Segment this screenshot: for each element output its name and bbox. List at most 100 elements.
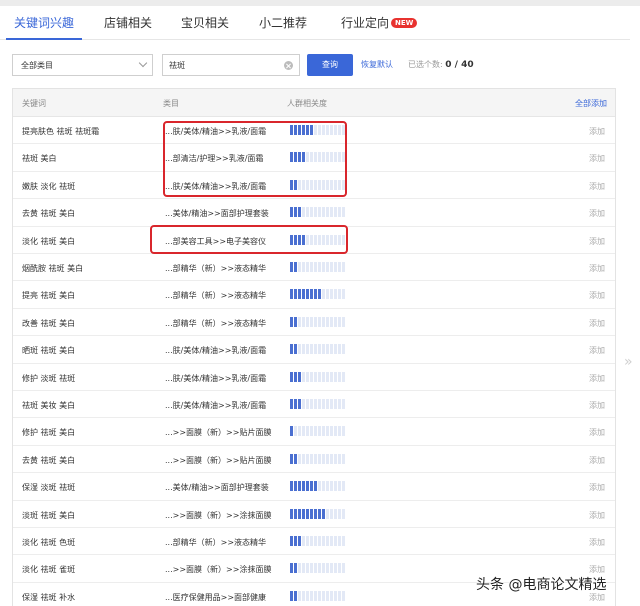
relevance-segment (310, 234, 313, 245)
relevance-segment (290, 590, 293, 601)
relevance-segment (294, 262, 297, 272)
add-button[interactable]: 添加 (589, 126, 605, 137)
add-button[interactable]: 添加 (589, 373, 605, 384)
relevance-segment (294, 371, 297, 382)
add-button[interactable]: 添加 (589, 318, 605, 329)
relevance-segment (342, 536, 345, 546)
table-row: 祛斑 美白 ...部清洁/护理>>乳液/面霜 添加 (13, 144, 615, 172)
relevance-segment (322, 152, 325, 163)
add-all-button[interactable]: 全部添加 (575, 98, 607, 109)
keyword-cell: 淡化 祛斑 色斑 (22, 538, 76, 547)
tab-industry-targeting[interactable]: 行业定向 NEW (341, 14, 418, 31)
relevance-segment (290, 481, 293, 492)
add-button[interactable]: 添加 (589, 455, 605, 466)
add-button[interactable]: 添加 (589, 263, 605, 274)
relevance-segment (318, 481, 321, 492)
relevance-segment (302, 536, 305, 546)
relevance-bar (290, 426, 350, 437)
add-button[interactable]: 添加 (589, 400, 605, 411)
chevron-right-icon[interactable]: » (624, 354, 633, 370)
keyword-cell: 提亮肤色 祛斑 祛斑霜 (22, 127, 100, 136)
tab-industry-targeting-label: 行业定向 (341, 16, 390, 30)
table-row: 保湿 淡斑 祛斑 ...美体/精油>>面部护理套装 添加 (13, 473, 615, 501)
keyword-cell: 烟酰胺 祛斑 美白 (22, 264, 84, 273)
add-button[interactable]: 添加 (589, 236, 605, 247)
relevance-segment (334, 316, 337, 327)
relevance-bar (290, 125, 350, 135)
add-button[interactable]: 添加 (589, 510, 605, 521)
relevance-bar (290, 563, 350, 574)
relevance-bar (290, 508, 350, 519)
tab-shop-related[interactable]: 店铺相关 (104, 14, 152, 31)
relevance-segment (306, 426, 309, 437)
relevance-segment (290, 344, 293, 355)
query-button[interactable]: 查询 (307, 54, 353, 76)
clear-icon[interactable] (284, 61, 293, 70)
category-select[interactable]: 全部类目 (12, 54, 153, 76)
relevance-bar (290, 289, 350, 300)
relevance-segment (322, 262, 325, 272)
relevance-segment (334, 289, 337, 300)
relevance-segment (294, 426, 297, 437)
relevance-segment (298, 179, 301, 190)
relevance-segment (338, 152, 341, 163)
relevance-bar (290, 262, 350, 272)
relevance-segment (310, 207, 313, 218)
relevance-bar (290, 316, 350, 327)
relevance-segment (298, 399, 301, 409)
tab-staff-recommend[interactable]: 小二推荐 (259, 14, 307, 31)
add-button[interactable]: 添加 (589, 153, 605, 164)
relevance-segment (330, 399, 333, 409)
category-cell: ...肤/美体/精油>>乳液/面霜 (165, 127, 267, 136)
category-cell: ...医疗保健用品>>面部健康 (165, 592, 267, 602)
relevance-segment (306, 179, 309, 190)
relevance-segment (298, 262, 301, 272)
add-button[interactable]: 添加 (589, 181, 605, 192)
tab-keyword-interest[interactable]: 关键词兴趣 (14, 14, 74, 31)
relevance-segment (330, 289, 333, 300)
search-input[interactable] (169, 58, 279, 72)
relevance-segment (306, 234, 309, 245)
add-button[interactable]: 添加 (589, 345, 605, 356)
relevance-segment (326, 453, 329, 464)
relevance-segment (294, 152, 297, 163)
category-cell: ...肤/美体/精油>>乳液/面霜 (165, 373, 267, 383)
relevance-segment (318, 590, 321, 601)
relevance-segment (326, 316, 329, 327)
relevance-segment (318, 207, 321, 218)
relevance-segment (322, 508, 325, 519)
tab-item-related[interactable]: 宝贝相关 (181, 14, 229, 31)
relevance-segment (318, 262, 321, 272)
relevance-segment (342, 371, 345, 382)
relevance-segment (314, 426, 317, 437)
relevance-segment (302, 234, 305, 245)
relevance-segment (318, 536, 321, 546)
relevance-segment (322, 590, 325, 601)
add-button[interactable]: 添加 (589, 482, 605, 493)
relevance-bar (290, 453, 350, 464)
relevance-segment (318, 316, 321, 327)
relevance-segment (326, 536, 329, 546)
reset-default-link[interactable]: 恢复默认 (361, 59, 393, 70)
category-cell: ...部精华（新）>>液态精华 (165, 318, 267, 328)
relevance-segment (302, 316, 305, 327)
add-button[interactable]: 添加 (589, 290, 605, 301)
category-cell: ...美体/精油>>面部护理套装 (165, 209, 269, 219)
relevance-segment (326, 289, 329, 300)
add-button[interactable]: 添加 (589, 427, 605, 438)
add-button[interactable]: 添加 (589, 537, 605, 548)
category-select-value: 全部类目 (21, 61, 53, 70)
table-row: 去黄 祛斑 美白 ...美体/精油>>面部护理套装 添加 (13, 199, 615, 227)
relevance-segment (290, 563, 293, 574)
relevance-segment (326, 371, 329, 382)
relevance-segment (306, 508, 309, 519)
relevance-segment (330, 536, 333, 546)
table-row: 修护 祛斑 美白 ...>>面膜（新）>>贴片面膜 添加 (13, 418, 615, 446)
add-button[interactable]: 添加 (589, 208, 605, 219)
table-row: 祛斑 美妆 美白 ...肤/美体/精油>>乳液/面霜 添加 (13, 391, 615, 419)
keyword-cell: 去黄 祛斑 美白 (22, 209, 76, 219)
relevance-segment (322, 344, 325, 355)
relevance-segment (314, 453, 317, 464)
keyword-cell: 修护 祛斑 美白 (22, 428, 76, 438)
relevance-segment (290, 152, 293, 163)
